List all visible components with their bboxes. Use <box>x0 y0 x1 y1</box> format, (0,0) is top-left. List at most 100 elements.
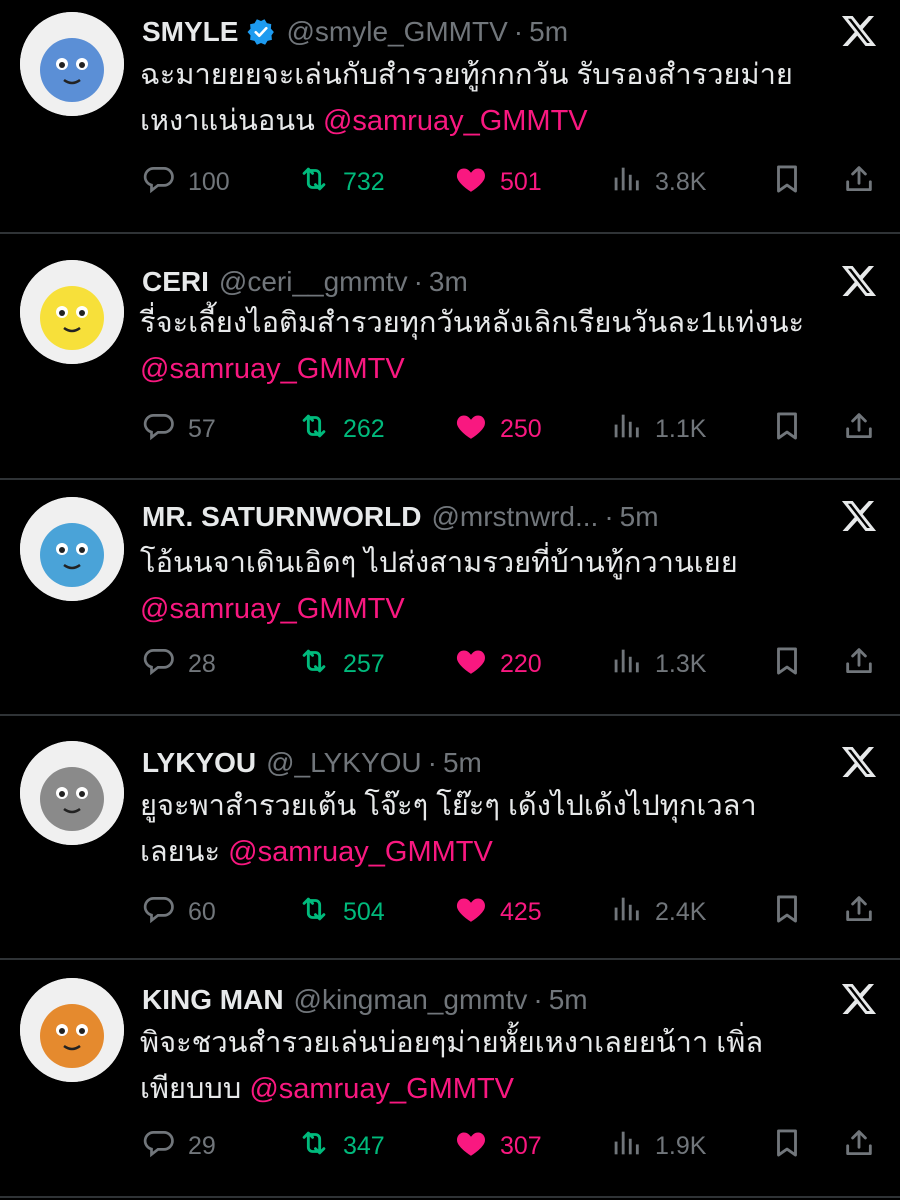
like-button[interactable]: 220 <box>454 644 542 685</box>
mascot-avatar-icon <box>20 497 124 601</box>
tweet-text: พิจะชวนสำรวยเล่นบ่อยๆม่ายหั้ยเหงาเลยยน้า… <box>140 1020 885 1112</box>
tweet-text: ยูจะพาสำรวยเต้น โจ๊ะๆ โย๊ะๆ เด้งไปเด้งไป… <box>140 783 885 875</box>
share-button[interactable] <box>842 1126 876 1167</box>
like-button[interactable]: 501 <box>454 162 542 203</box>
mention-link[interactable]: @samruay_GMMTV <box>140 593 405 625</box>
share-button[interactable] <box>842 644 876 685</box>
tweet-text-line: @samruay_GMMTV <box>140 346 885 392</box>
tweet-text-line: เลยนะ @samruay_GMMTV <box>140 829 885 875</box>
timestamp[interactable]: 5m <box>529 16 568 48</box>
share-icon <box>842 892 876 933</box>
user-handle[interactable]: @kingman_gmmtv <box>294 984 528 1016</box>
timestamp[interactable]: 3m <box>429 266 468 298</box>
separator-dot: · <box>413 266 423 297</box>
like-icon <box>454 162 488 203</box>
reply-button[interactable]: 29 <box>142 1126 216 1167</box>
tweet-actions: 57 262 250 1.1K <box>142 409 882 449</box>
display-name[interactable]: SMYLE <box>142 16 238 48</box>
views-icon <box>609 644 643 685</box>
retweet-button[interactable]: 262 <box>297 409 385 450</box>
retweet-button[interactable]: 257 <box>297 644 385 685</box>
user-handle[interactable]: @_LYKYOU <box>266 747 422 779</box>
retweet-button[interactable]: 504 <box>297 892 385 933</box>
share-icon <box>842 1126 876 1167</box>
views-icon <box>609 162 643 203</box>
tweet-text: ฉะมายยยจะเล่นกับสำรวยทู้กกกวัน รับรองสำร… <box>140 52 885 144</box>
tweet-text-line: ฉะมายยยจะเล่นกับสำรวยทู้กกกวัน รับรองสำร… <box>140 59 793 91</box>
reply-button[interactable]: 60 <box>142 892 216 933</box>
avatar[interactable] <box>20 260 124 364</box>
tweet-divider <box>0 232 900 234</box>
like-icon <box>454 1126 488 1167</box>
reply-count: 28 <box>188 649 216 678</box>
display-name[interactable]: CERI <box>142 266 209 298</box>
bookmark-button[interactable] <box>770 409 804 450</box>
timestamp[interactable]: 5m <box>620 501 659 533</box>
tweet-divider <box>0 714 900 716</box>
reply-button[interactable]: 100 <box>142 162 230 203</box>
user-handle[interactable]: @mrstnwrd... <box>431 501 598 533</box>
views-button[interactable]: 2.4K <box>609 892 706 933</box>
like-button[interactable]: 307 <box>454 1126 542 1167</box>
tweet-text-line: เพียบบบ @samruay_GMMTV <box>140 1066 885 1112</box>
timestamp[interactable]: 5m <box>549 984 588 1016</box>
views-button[interactable]: 3.8K <box>609 162 706 203</box>
like-button[interactable]: 250 <box>454 409 542 450</box>
tweet-header: LYKYOU @_LYKYOU · 5m <box>142 743 482 783</box>
tweet-text: โอ้นนจาเดินเอิดๆ ไปส่งสามรวยที่บ้านทู้กว… <box>140 540 885 632</box>
user-handle[interactable]: @ceri__gmmtv <box>219 266 408 298</box>
tweet-header: SMYLE @smyle_GMMTV · 5m <box>142 12 568 52</box>
retweet-count: 257 <box>343 649 385 678</box>
bookmark-button[interactable] <box>770 892 804 933</box>
bookmark-button[interactable] <box>770 1126 804 1167</box>
avatar[interactable] <box>20 741 124 845</box>
tweet-actions: 28 257 220 1.3K <box>142 644 882 684</box>
bookmark-icon <box>770 1126 804 1167</box>
reply-count: 100 <box>188 167 230 196</box>
bookmark-button[interactable] <box>770 644 804 685</box>
retweet-icon <box>297 892 331 933</box>
timestamp[interactable]: 5m <box>443 747 482 779</box>
mascot-avatar-icon <box>20 260 124 364</box>
reply-button[interactable]: 57 <box>142 409 216 450</box>
x-logo-icon <box>840 497 878 535</box>
share-button[interactable] <box>842 162 876 203</box>
separator-dot: · <box>513 16 524 47</box>
retweet-button[interactable]: 347 <box>297 1126 385 1167</box>
tweet-header: KING MAN @kingman_gmmtv · 5m <box>142 980 588 1020</box>
like-icon <box>454 892 488 933</box>
share-button[interactable] <box>842 892 876 933</box>
x-logo-icon <box>840 980 878 1018</box>
like-count: 220 <box>500 649 542 678</box>
views-button[interactable]: 1.9K <box>609 1126 706 1167</box>
avatar[interactable] <box>20 978 124 1082</box>
views-count: 1.3K <box>655 649 707 678</box>
mention-link[interactable]: @samruay_GMMTV <box>140 353 405 385</box>
views-button[interactable]: 1.3K <box>609 644 706 685</box>
like-icon <box>454 409 488 450</box>
like-button[interactable]: 425 <box>454 892 542 933</box>
retweet-icon <box>297 644 331 685</box>
mention-link[interactable]: @samruay_GMMTV <box>228 836 493 868</box>
avatar[interactable] <box>20 12 124 116</box>
views-button[interactable]: 1.1K <box>609 409 706 450</box>
display-name[interactable]: KING MAN <box>142 984 284 1016</box>
bookmark-button[interactable] <box>770 162 804 203</box>
share-button[interactable] <box>842 409 876 450</box>
reply-count: 60 <box>188 897 216 926</box>
reply-icon <box>142 409 176 450</box>
bookmark-icon <box>770 409 804 450</box>
retweet-icon <box>297 162 331 203</box>
like-icon <box>454 644 488 685</box>
tweet-text-line: เหงาแน่นอนน @samruay_GMMTV <box>140 98 885 144</box>
views-count: 1.9K <box>655 1131 707 1160</box>
retweet-button[interactable]: 732 <box>297 162 385 203</box>
mention-link[interactable]: @samruay_GMMTV <box>323 105 588 137</box>
user-handle[interactable]: @smyle_GMMTV <box>286 16 507 48</box>
display-name[interactable]: LYKYOU <box>142 747 256 779</box>
display-name[interactable]: MR. SATURNWORLD <box>142 501 421 533</box>
mention-link[interactable]: @samruay_GMMTV <box>249 1073 514 1105</box>
like-count: 307 <box>500 1131 542 1160</box>
reply-button[interactable]: 28 <box>142 644 216 685</box>
avatar[interactable] <box>20 497 124 601</box>
